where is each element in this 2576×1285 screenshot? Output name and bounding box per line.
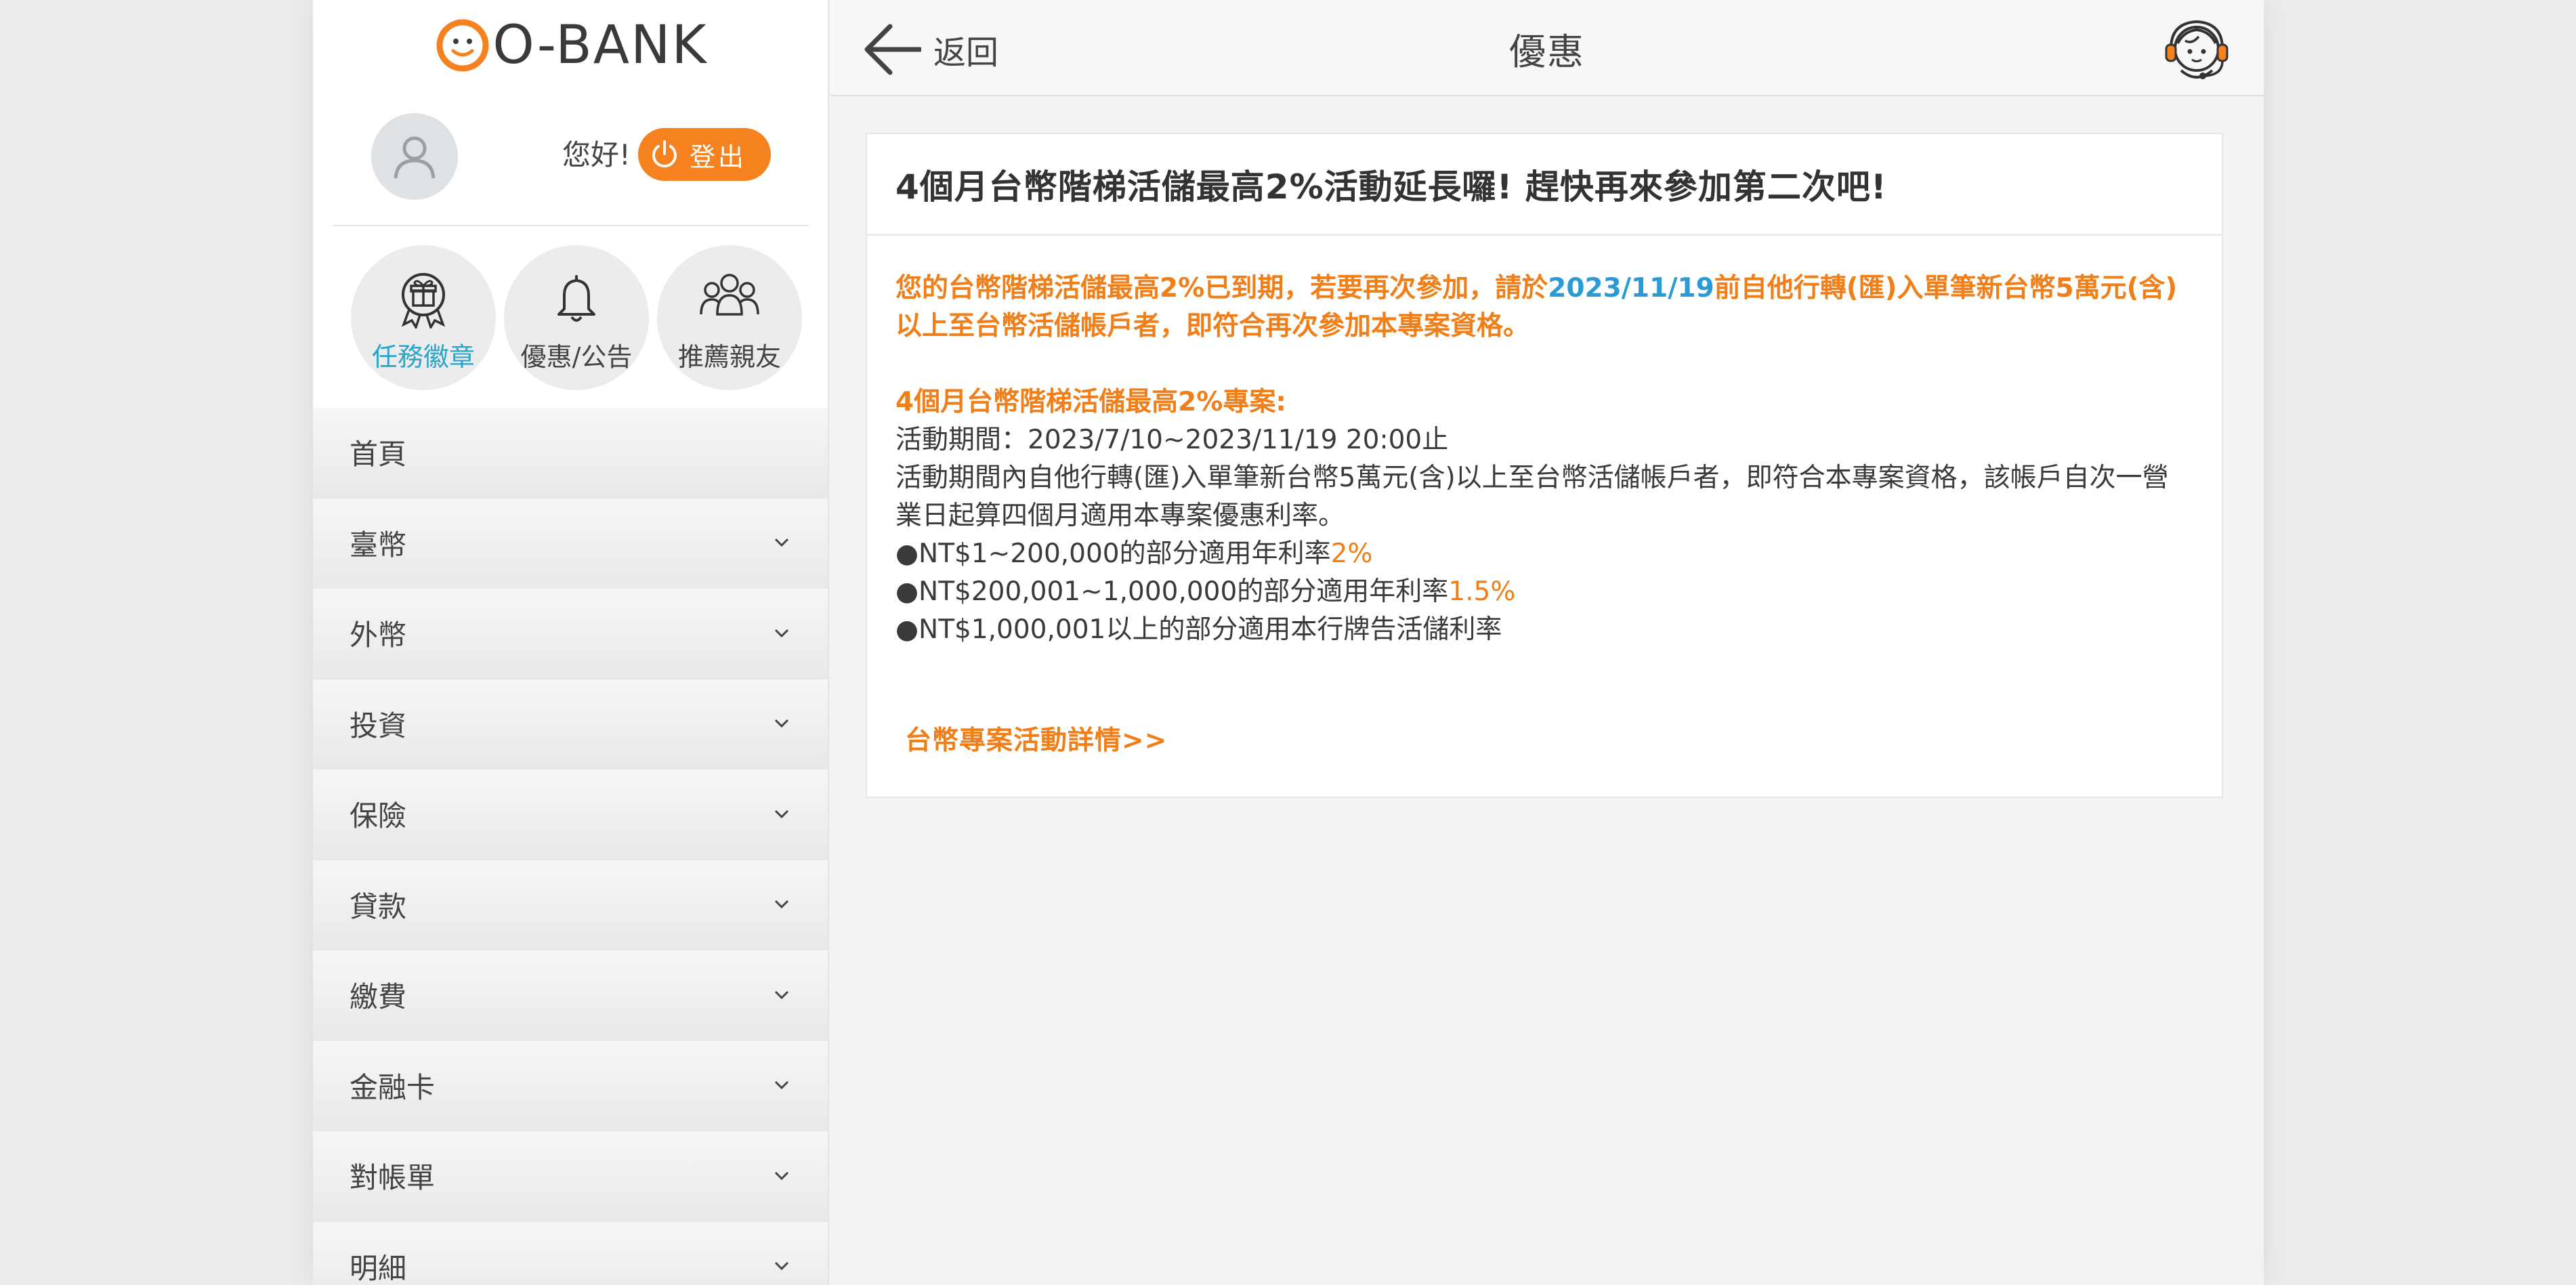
sidebar-item-foreign-currency[interactable]: 外幣 [313, 589, 828, 679]
sidebar-item-label: 金融卡 [350, 1070, 436, 1104]
notice-text: 您的台幣階梯活儲最高2%已到期，若要再次參加，請於 [895, 273, 1548, 303]
sidebar-item-label: 外幣 [350, 618, 407, 652]
chevron-down-icon [774, 990, 789, 999]
sidebar-item-label: 保險 [350, 799, 407, 833]
sidebar-menu: 首頁 臺幣 外幣 投資 保險 貸款 繳費 金融卡 對帳單 明細 [313, 408, 828, 1285]
rate-tier: ●NT$1,000,001以上的部分適用本行牌告活儲利率 [895, 611, 2193, 649]
chevron-down-icon [774, 1081, 789, 1090]
chevron-down-icon [774, 629, 789, 637]
rate-tier-text: ●NT$200,001~1,000,000的部分適用年利率 [895, 576, 1449, 607]
chevron-down-icon [774, 900, 789, 909]
promotion-body: 您的台幣階梯活儲最高2%已到期，若要再次參加，請於2023/11/19前自他行轉… [867, 236, 2222, 760]
sidebar-item-label: 繳費 [350, 980, 407, 1014]
divider [333, 225, 809, 226]
sidebar-item-investment[interactable]: 投資 [313, 679, 828, 770]
sidebar-item-twd[interactable]: 臺幣 [313, 498, 828, 589]
chevron-down-icon [774, 809, 789, 818]
gift-badge-icon [401, 273, 446, 329]
quick-link-label: 任務徽章 [371, 342, 475, 372]
greeting-text: 您好! [562, 138, 631, 171]
sidebar-item-payments[interactable]: 繳費 [313, 950, 828, 1041]
quick-links: 任務徽章 優惠/公告 推薦親友 [313, 245, 828, 392]
logo[interactable]: O-BANK [313, 15, 828, 76]
rate-tier-text: ●NT$1~200,000的部分適用年利率 [895, 539, 1331, 569]
top-bar: 返回 優惠 [830, 0, 2264, 96]
people-icon [700, 274, 759, 316]
logout-button[interactable]: 登出 [638, 128, 771, 181]
chevron-down-icon [774, 539, 789, 547]
user-icon [394, 136, 436, 179]
quick-link-label: 優惠/公告 [520, 342, 633, 372]
sidebar: O-BANK 您好! 登出 任務徽章 優惠/公告 推薦親友 首頁 臺幣 外幣 投… [313, 0, 829, 1285]
bell-icon [557, 275, 595, 322]
sidebar-item-label: 首頁 [350, 438, 407, 471]
expiry-notice: 您的台幣階梯活儲最高2%已到期，若要再次參加，請於2023/11/19前自他行轉… [895, 270, 2193, 345]
user-row: 您好! 登出 [313, 112, 828, 200]
sidebar-item-loans[interactable]: 貸款 [313, 860, 828, 950]
logo-text: O-BANK [492, 15, 708, 76]
sidebar-item-insurance[interactable]: 保險 [313, 770, 828, 860]
sidebar-item-label: 臺幣 [350, 528, 407, 562]
arrow-left-icon [864, 24, 921, 75]
chevron-down-icon [774, 1171, 789, 1180]
notice-deadline: 2023/11/19 [1548, 273, 1714, 303]
rate-value: 1.5% [1448, 576, 1516, 607]
back-button[interactable]: 返回 [863, 19, 998, 80]
promotion-title: 4個月台幣階梯活儲最高2%活動延長囉! 趕快再來參加第二次吧! [895, 167, 1887, 207]
campaign-period: 活動期間：2023/7/10~2023/11/19 20:00止 [895, 425, 1449, 455]
sidebar-item-statements[interactable]: 對帳單 [313, 1131, 828, 1222]
quick-link-label: 推薦親友 [677, 342, 781, 372]
quick-link-mission-badge[interactable]: 任務徽章 [351, 245, 496, 390]
rate-tier: ●NT$1~200,000的部分適用年利率2% [895, 535, 2193, 573]
sidebar-item-label: 明細 [350, 1251, 407, 1285]
sidebar-item-home[interactable]: 首頁 [313, 408, 828, 499]
customer-service-icon[interactable] [2161, 14, 2233, 85]
app-window: O-BANK 您好! 登出 任務徽章 優惠/公告 推薦親友 首頁 臺幣 外幣 投… [313, 0, 2264, 1285]
sidebar-item-label: 投資 [350, 709, 407, 742]
promotion-header: 4個月台幣階梯活儲最高2%活動延長囉! 趕快再來參加第二次吧! [867, 134, 2222, 236]
campaign-description: 活動期間內自他行轉(匯)入單筆新台幣5萬元(含)以上至台幣活儲帳戶者，即符合本專… [895, 463, 2169, 531]
rate-value: 2% [1330, 539, 1373, 569]
quick-link-offers[interactable]: 優惠/公告 [504, 245, 649, 390]
sidebar-item-details[interactable]: 明細 [313, 1221, 828, 1285]
sidebar-item-label: 貸款 [350, 889, 407, 923]
promotion-card: 4個月台幣階梯活儲最高2%活動延長囉! 趕快再來參加第二次吧! 您的台幣階梯活儲… [866, 133, 2223, 798]
rate-tier-text: ●NT$1,000,001以上的部分適用本行牌告活儲利率 [895, 614, 1502, 645]
back-label: 返回 [933, 34, 999, 72]
sidebar-item-label: 對帳單 [350, 1161, 436, 1195]
logout-label: 登出 [690, 142, 747, 172]
page-title: 優惠 [1509, 30, 1585, 73]
avatar[interactable] [371, 113, 458, 200]
quick-link-refer-friends[interactable]: 推薦親友 [657, 245, 802, 390]
section-title: 4個月台幣階梯活儲最高2%專案: [895, 387, 1286, 417]
sidebar-item-debit-card[interactable]: 金融卡 [313, 1040, 828, 1131]
chevron-down-icon [774, 719, 789, 728]
chevron-down-icon [774, 1262, 789, 1271]
main-content: 返回 優惠 4個月台幣階梯活儲最高2%活動延長囉! 趕快再來參加第二次吧! 您的… [830, 0, 2264, 1285]
power-icon [652, 140, 677, 168]
campaign-details-link[interactable]: 台幣專案活動詳情>> [905, 722, 1167, 760]
rate-tier: ●NT$200,001~1,000,000的部分適用年利率1.5% [895, 573, 2193, 611]
logo-face-icon [436, 19, 489, 72]
